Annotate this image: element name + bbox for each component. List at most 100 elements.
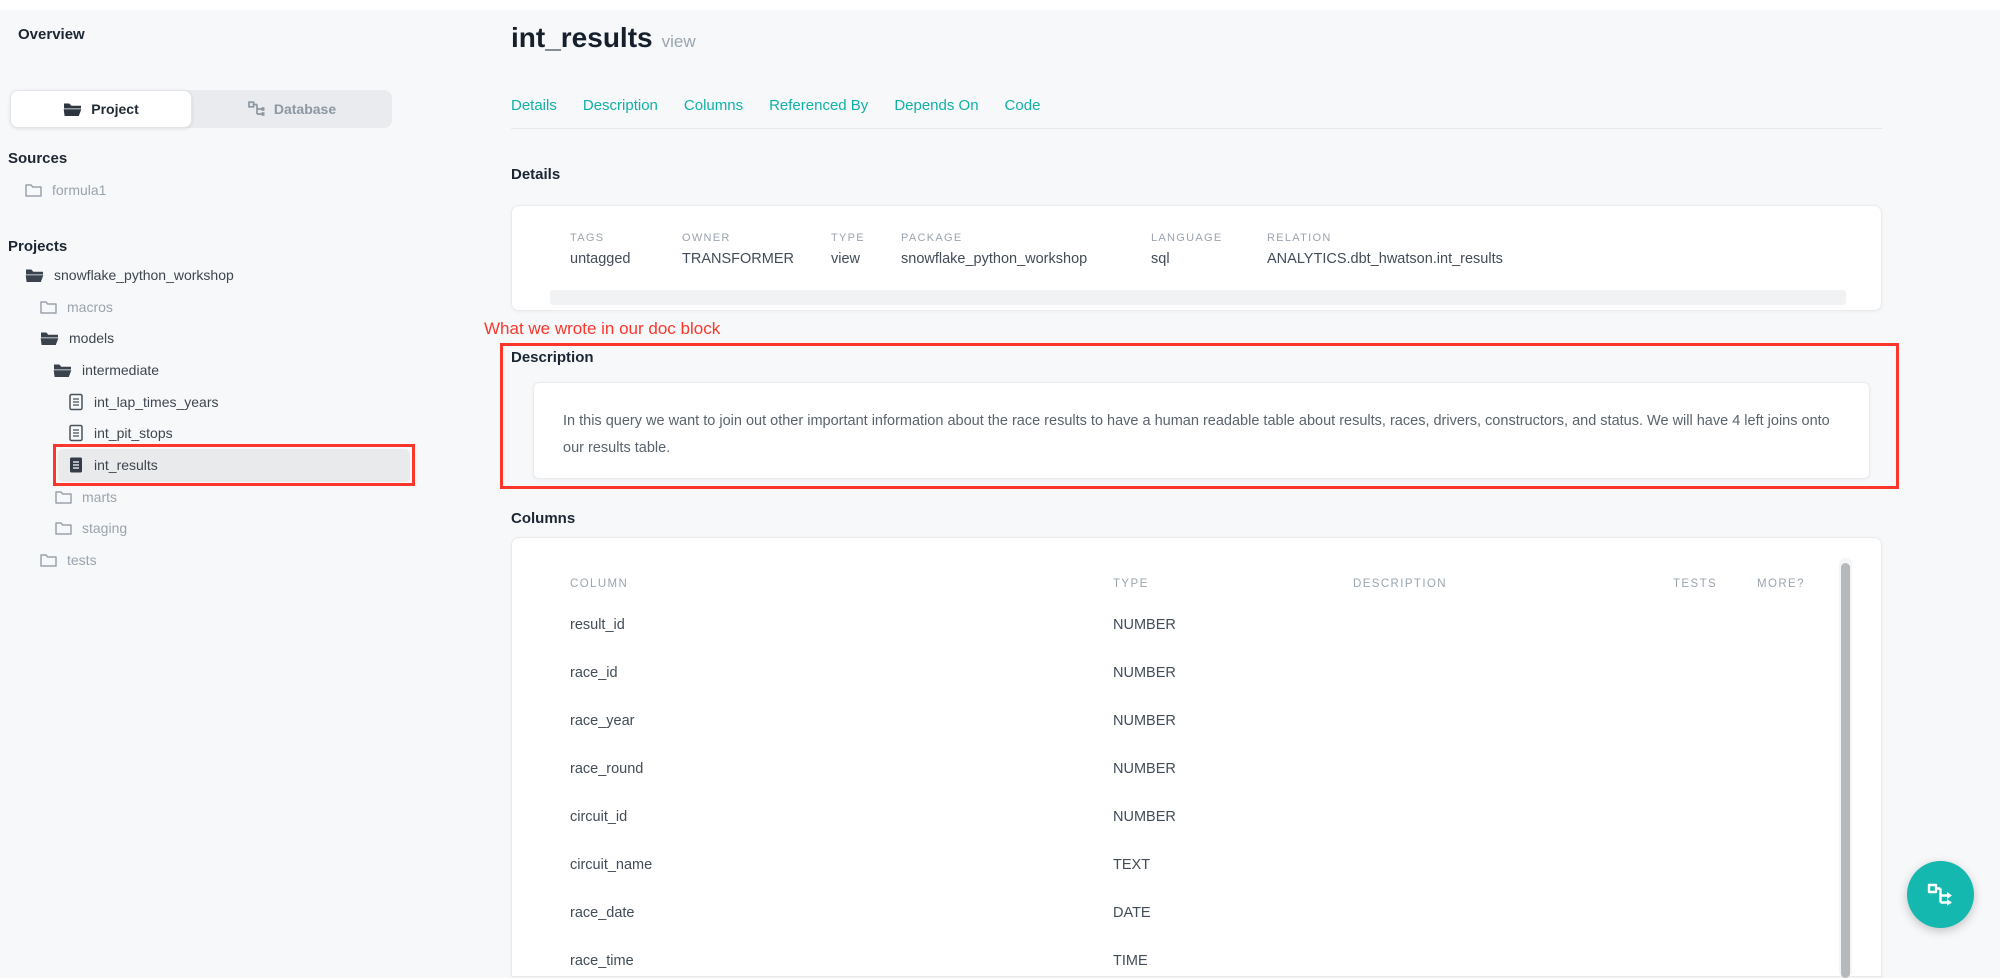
column-name: circuit_name [570, 857, 652, 873]
folder-closed-icon [55, 521, 72, 535]
column-type: TIME [1113, 953, 1148, 969]
column-type: TEXT [1113, 857, 1150, 873]
tree-item-staging[interactable]: staging [55, 518, 127, 538]
sidebar: Overview Project Database Sources formul… [0, 10, 460, 959]
column-name: circuit_id [570, 809, 627, 825]
details-collapsed-bar[interactable] [550, 290, 1846, 305]
table-scrollbar-track[interactable] [1839, 558, 1852, 978]
sources-heading: Sources [8, 150, 67, 167]
overview-heading: Overview [18, 26, 85, 43]
column-header-tests: TESTS [1673, 578, 1717, 590]
description-heading: Description [511, 349, 594, 366]
document-icon [68, 424, 84, 442]
column-header-column: COLUMN [570, 578, 628, 590]
folder-open-icon [53, 363, 72, 378]
folder-open-icon [63, 102, 82, 117]
folder-open-icon [25, 268, 44, 283]
tree-item-marts[interactable]: marts [55, 487, 117, 507]
folder-closed-icon [40, 300, 57, 314]
tree-item-label: tests [67, 552, 97, 568]
detail-field-package: PACKAGE snowflake_python_workshop [901, 232, 1087, 267]
detail-field-tags: TAGS untagged [570, 232, 630, 267]
annotation-box-sidebar [53, 444, 415, 486]
projects-heading: Projects [8, 238, 67, 255]
tree-item-label: marts [82, 489, 117, 505]
page-title: int_resultsview [511, 22, 696, 54]
database-tree-icon [248, 101, 265, 117]
folder-open-icon [40, 331, 59, 346]
column-header-description: DESCRIPTION [1353, 578, 1447, 590]
tree-item-label: int_lap_times_years [94, 394, 219, 410]
project-toggle-label: Project [91, 101, 138, 117]
column-name: race_year [570, 713, 634, 729]
tree-item-tests[interactable]: tests [40, 550, 97, 570]
details-card: TAGS untagged OWNER TRANSFORMER TYPE vie… [511, 205, 1882, 311]
tab-columns[interactable]: Columns [684, 97, 743, 114]
source-item-formula1[interactable]: formula1 [25, 180, 106, 200]
detail-value: sql [1151, 251, 1223, 267]
tab-code[interactable]: Code [1005, 97, 1041, 114]
folder-closed-icon [25, 183, 42, 197]
tab-details[interactable]: Details [511, 97, 557, 114]
column-type: NUMBER [1113, 809, 1176, 825]
description-card: In this query we want to join out other … [533, 382, 1870, 479]
tree-item-macros[interactable]: macros [40, 297, 113, 317]
tree-item-label: macros [67, 299, 113, 315]
tree-item-int-pit-stops[interactable]: int_pit_stops [68, 423, 173, 443]
project-toggle-button[interactable]: Project [10, 90, 192, 128]
tree-item-snowflake-python-workshop[interactable]: snowflake_python_workshop [25, 265, 234, 285]
detail-label: TAGS [570, 232, 630, 244]
detail-value: ANALYTICS.dbt_hwatson.int_results [1267, 251, 1503, 267]
folder-closed-icon [40, 553, 57, 567]
tree-item-label: snowflake_python_workshop [54, 267, 234, 283]
database-toggle-label: Database [274, 101, 336, 117]
view-toggle: Project Database [10, 90, 392, 128]
detail-field-owner: OWNER TRANSFORMER [682, 232, 794, 267]
detail-field-relation: RELATION ANALYTICS.dbt_hwatson.int_resul… [1267, 232, 1503, 267]
description-body: In this query we want to join out other … [534, 383, 1869, 462]
columns-card: COLUMN TYPE DESCRIPTION TESTS MORE? resu… [511, 537, 1882, 977]
tab-bar: Details Description Columns Referenced B… [511, 97, 1040, 114]
column-name: race_id [570, 665, 618, 681]
detail-value: untagged [570, 251, 630, 267]
tree-item-label: models [69, 330, 114, 346]
document-icon [68, 393, 84, 411]
column-type: NUMBER [1113, 713, 1176, 729]
detail-value: snowflake_python_workshop [901, 251, 1087, 267]
source-item-label: formula1 [52, 182, 106, 198]
column-name: race_time [570, 953, 634, 969]
tab-referenced-by[interactable]: Referenced By [769, 97, 868, 114]
detail-label: RELATION [1267, 232, 1503, 244]
detail-label: OWNER [682, 232, 794, 244]
tree-item-int-lap-times-years[interactable]: int_lap_times_years [68, 392, 219, 412]
lineage-graph-icon [1925, 879, 1957, 911]
details-heading: Details [511, 166, 560, 183]
table-scrollbar-thumb[interactable] [1841, 563, 1850, 978]
folder-closed-icon [55, 490, 72, 504]
tree-item-label: int_pit_stops [94, 425, 173, 441]
detail-value: view [831, 251, 865, 267]
column-name: race_round [570, 761, 643, 777]
annotation-text: What we wrote in our doc block [484, 319, 720, 339]
detail-label: TYPE [831, 232, 865, 244]
tree-item-models[interactable]: models [40, 328, 114, 348]
tree-item-intermediate[interactable]: intermediate [53, 360, 159, 380]
tree-item-label: intermediate [82, 362, 159, 378]
column-type: NUMBER [1113, 617, 1176, 633]
database-toggle-button[interactable]: Database [192, 90, 392, 128]
detail-field-type: TYPE view [831, 232, 865, 267]
tab-description[interactable]: Description [583, 97, 658, 114]
tree-item-label: staging [82, 520, 127, 536]
column-type: DATE [1113, 905, 1151, 921]
header-divider [511, 128, 1882, 129]
top-strip [0, 0, 2000, 10]
column-header-type: TYPE [1113, 578, 1149, 590]
column-type: NUMBER [1113, 665, 1176, 681]
tab-depends-on[interactable]: Depends On [894, 97, 978, 114]
lineage-graph-button[interactable] [1907, 861, 1974, 928]
detail-label: PACKAGE [901, 232, 1087, 244]
column-header-more: MORE? [1757, 578, 1805, 590]
model-name: int_results [511, 22, 653, 53]
detail-field-language: LANGUAGE sql [1151, 232, 1223, 267]
detail-label: LANGUAGE [1151, 232, 1223, 244]
